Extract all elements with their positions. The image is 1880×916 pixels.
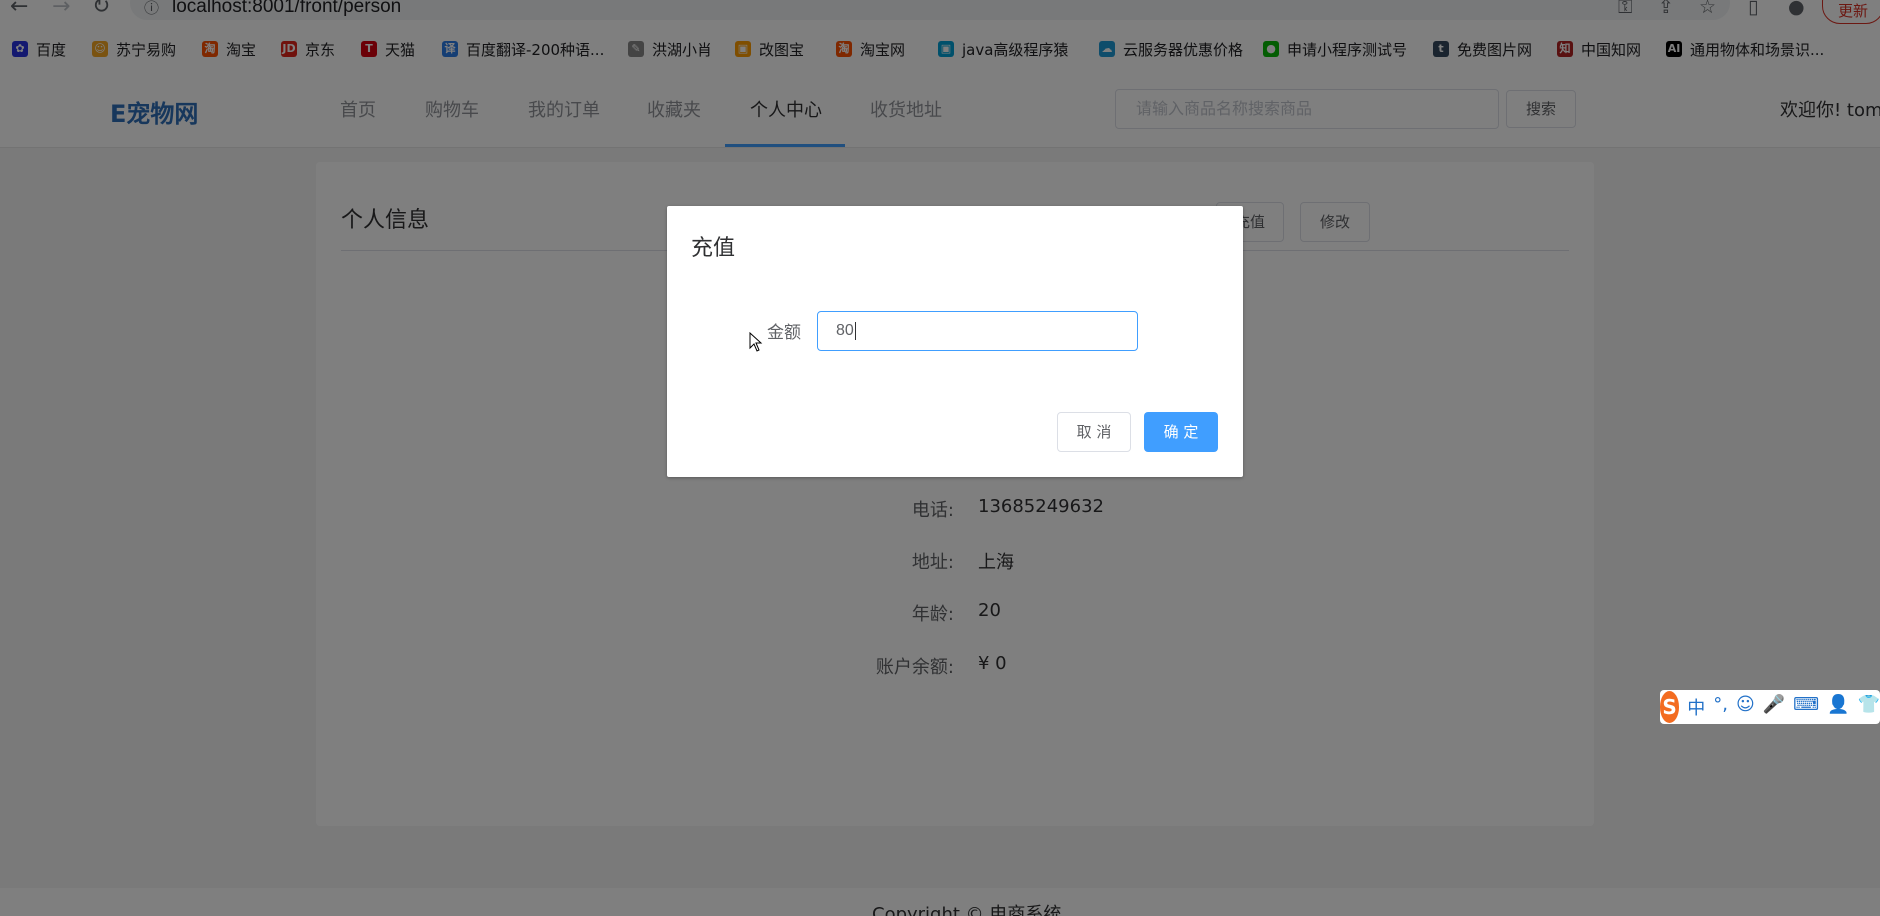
ime-chinese-mode-icon[interactable]: 中 xyxy=(1687,694,1705,720)
dialog-title: 充值 xyxy=(691,236,736,261)
amount-label: 金额 xyxy=(767,323,801,343)
amount-input[interactable]: 80 xyxy=(817,311,1138,351)
cancel-button[interactable]: 取 消 xyxy=(1057,412,1131,452)
ime-keyboard-icon[interactable]: ⌨ xyxy=(1793,694,1819,720)
ime-toolbar: S 中 °, ☺ 🎤 ⌨ 👤 👕 xyxy=(1660,690,1880,724)
mouse-cursor-icon xyxy=(749,332,763,352)
sogou-logo-icon[interactable]: S xyxy=(1660,691,1680,723)
text-caret xyxy=(854,321,856,340)
ime-punctuation-icon[interactable]: °, xyxy=(1713,694,1728,720)
ime-user-icon[interactable]: 👤 xyxy=(1827,694,1849,720)
ime-skin-icon[interactable]: 👕 xyxy=(1858,694,1880,720)
amount-value: 80 xyxy=(836,322,854,339)
ime-voice-icon[interactable]: 🎤 xyxy=(1763,694,1785,720)
confirm-button[interactable]: 确 定 xyxy=(1144,412,1218,452)
ime-emoji-icon[interactable]: ☺ xyxy=(1736,694,1755,720)
